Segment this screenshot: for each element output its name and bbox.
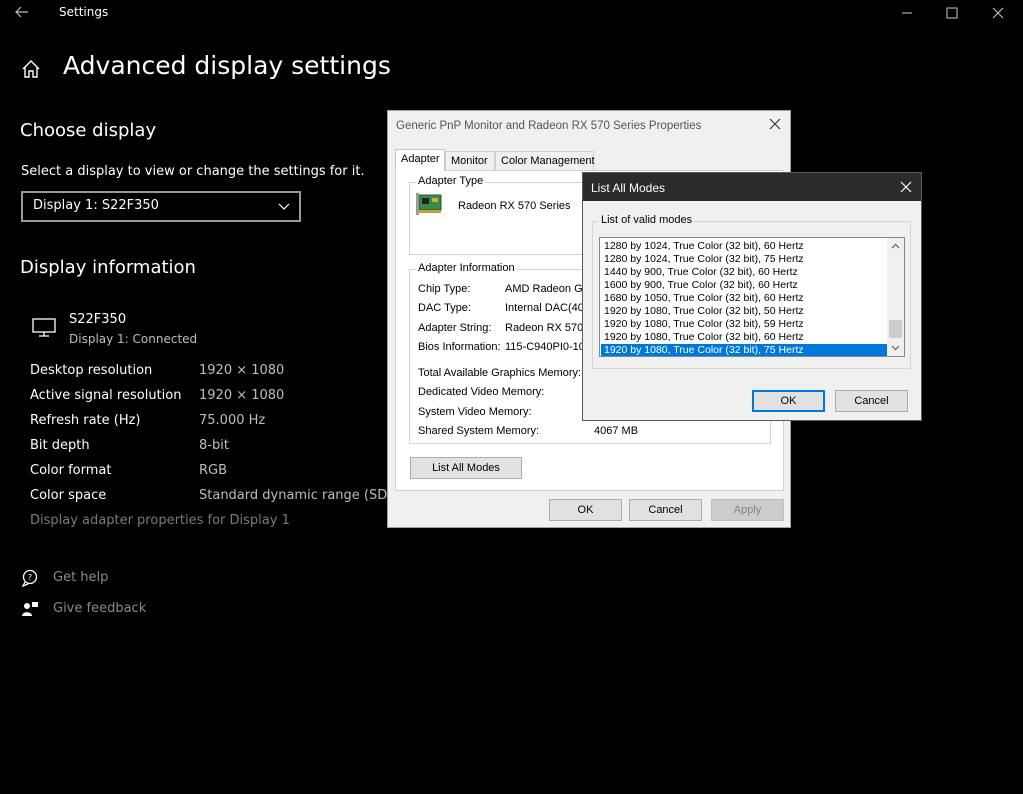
modes-dialog-header: List All Modes xyxy=(583,173,921,201)
properties-dialog-title: Generic PnP Monitor and Radeon RX 570 Se… xyxy=(396,120,702,132)
display-info-heading: Display information xyxy=(20,257,196,278)
monitor-icon xyxy=(31,316,57,338)
list-item-mode[interactable]: 1280 by 1024, True Color (32 bit), 75 He… xyxy=(601,253,887,266)
info-label-bit-depth: Bit depth xyxy=(30,438,90,453)
system-video-memory-label: System Video Memory: xyxy=(418,406,532,418)
chip-type-value: AMD Radeon Gra xyxy=(505,283,593,295)
choose-display-description: Select a display to view or change the s… xyxy=(21,164,365,179)
page-title: Advanced display settings xyxy=(63,51,391,80)
bios-info-label: Bios Information: xyxy=(418,341,501,353)
modes-dialog-title: List All Modes xyxy=(591,181,666,195)
adapter-type-legend: Adapter Type xyxy=(416,175,486,187)
list-item-mode[interactable]: 1600 by 900, True Color (32 bit), 60 Her… xyxy=(601,279,887,292)
properties-cancel-button[interactable]: Cancel xyxy=(629,499,702,521)
display-select-value: Display 1: S22F350 xyxy=(33,198,159,213)
properties-close-icon[interactable] xyxy=(766,115,784,133)
info-value-color-format: RGB xyxy=(199,463,228,478)
list-item-mode[interactable]: 1680 by 1050, True Color (32 bit), 60 He… xyxy=(601,292,887,305)
info-value-bit-depth: 8-bit xyxy=(199,438,229,453)
display-adapter-properties-link[interactable]: Display adapter properties for Display 1 xyxy=(30,513,290,528)
chip-type-label: Chip Type: xyxy=(418,283,471,295)
info-label-color-format: Color format xyxy=(30,463,112,478)
list-all-modes-button[interactable]: List All Modes xyxy=(410,457,522,479)
dac-type-label: DAC Type: xyxy=(418,302,471,314)
properties-ok-button[interactable]: OK xyxy=(549,499,622,521)
info-value-desktop-resolution: 1920 × 1080 xyxy=(199,363,285,378)
dac-type-value: Internal DAC(40 xyxy=(505,302,584,314)
graphics-card-icon xyxy=(416,191,446,219)
dedicated-video-memory-label: Dedicated Video Memory: xyxy=(418,386,545,398)
modes-cancel-button[interactable]: Cancel xyxy=(835,390,908,412)
scroll-up-icon[interactable] xyxy=(891,242,900,251)
display-select[interactable]: Display 1: S22F350 xyxy=(21,191,301,222)
modes-close-icon[interactable] xyxy=(897,178,915,196)
svg-text:?: ? xyxy=(28,573,32,582)
back-arrow-icon[interactable] xyxy=(12,2,32,22)
minimize-button[interactable] xyxy=(884,0,930,26)
list-item-mode[interactable]: 1920 by 1080, True Color (32 bit), 50 He… xyxy=(601,305,887,318)
scrollbar-thumb[interactable] xyxy=(889,320,902,338)
tab-adapter[interactable]: Adapter xyxy=(395,149,445,171)
monitor-status: Display 1: Connected xyxy=(69,332,198,346)
give-feedback-link[interactable]: Give feedback xyxy=(53,601,146,616)
list-all-modes-dialog: List All Modes List of valid modes 1280 … xyxy=(582,172,922,421)
maximize-button[interactable] xyxy=(929,0,975,26)
bios-info-value: 115-C940PI0-10 xyxy=(505,341,585,353)
choose-display-heading: Choose display xyxy=(20,120,157,141)
adapter-type-value: Radeon RX 570 Series xyxy=(458,200,571,212)
adapter-info-legend: Adapter Information xyxy=(416,262,517,274)
shared-system-memory-label: Shared System Memory: xyxy=(418,425,540,437)
info-value-refresh-rate: 75.000 Hz xyxy=(199,413,266,428)
list-item-mode[interactable]: 1280 by 1024, True Color (32 bit), 60 He… xyxy=(601,240,887,253)
info-value-active-signal-resolution: 1920 × 1080 xyxy=(199,388,285,403)
modes-ok-button[interactable]: OK xyxy=(752,390,825,412)
monitor-name: S22F350 xyxy=(69,312,127,327)
list-item-mode-selected[interactable]: 1920 by 1080, True Color (32 bit), 75 He… xyxy=(601,344,887,356)
adapter-string-value: Radeon RX 570 S xyxy=(505,322,594,334)
info-label-color-space: Color space xyxy=(30,488,107,503)
scroll-down-icon[interactable] xyxy=(891,343,900,352)
get-help-link[interactable]: Get help xyxy=(53,570,108,585)
tab-monitor[interactable]: Monitor xyxy=(445,151,495,170)
window-title: Settings xyxy=(59,5,109,19)
shared-system-memory-value: 4067 MB xyxy=(594,425,639,437)
info-label-active-signal-resolution: Active signal resolution xyxy=(30,388,182,403)
modes-scrollbar[interactable] xyxy=(887,238,904,356)
info-label-desktop-resolution: Desktop resolution xyxy=(30,363,153,378)
valid-modes-legend: List of valid modes xyxy=(599,214,695,226)
properties-apply-button[interactable]: Apply xyxy=(711,499,784,521)
total-graphics-memory-label: Total Available Graphics Memory: xyxy=(418,367,582,379)
chevron-down-icon xyxy=(278,200,290,212)
adapter-string-label: Adapter String: xyxy=(418,322,492,334)
list-item-mode[interactable]: 1920 by 1080, True Color (32 bit), 60 He… xyxy=(601,331,887,344)
list-item-mode[interactable]: 1920 by 1080, True Color (32 bit), 59 He… xyxy=(601,318,887,331)
home-icon[interactable] xyxy=(20,58,42,80)
info-value-color-space: Standard dynamic range (SDR) xyxy=(199,488,402,503)
tab-color-management[interactable]: Color Management xyxy=(495,151,595,170)
modes-listbox[interactable]: 1280 by 1024, True Color (32 bit), 60 He… xyxy=(599,237,905,357)
list-item-mode[interactable]: 1440 by 900, True Color (32 bit), 60 Her… xyxy=(601,266,887,279)
close-button[interactable] xyxy=(975,0,1021,26)
feedback-icon xyxy=(21,600,39,618)
info-label-refresh-rate: Refresh rate (Hz) xyxy=(30,413,141,428)
help-chat-icon: ? xyxy=(21,569,39,588)
